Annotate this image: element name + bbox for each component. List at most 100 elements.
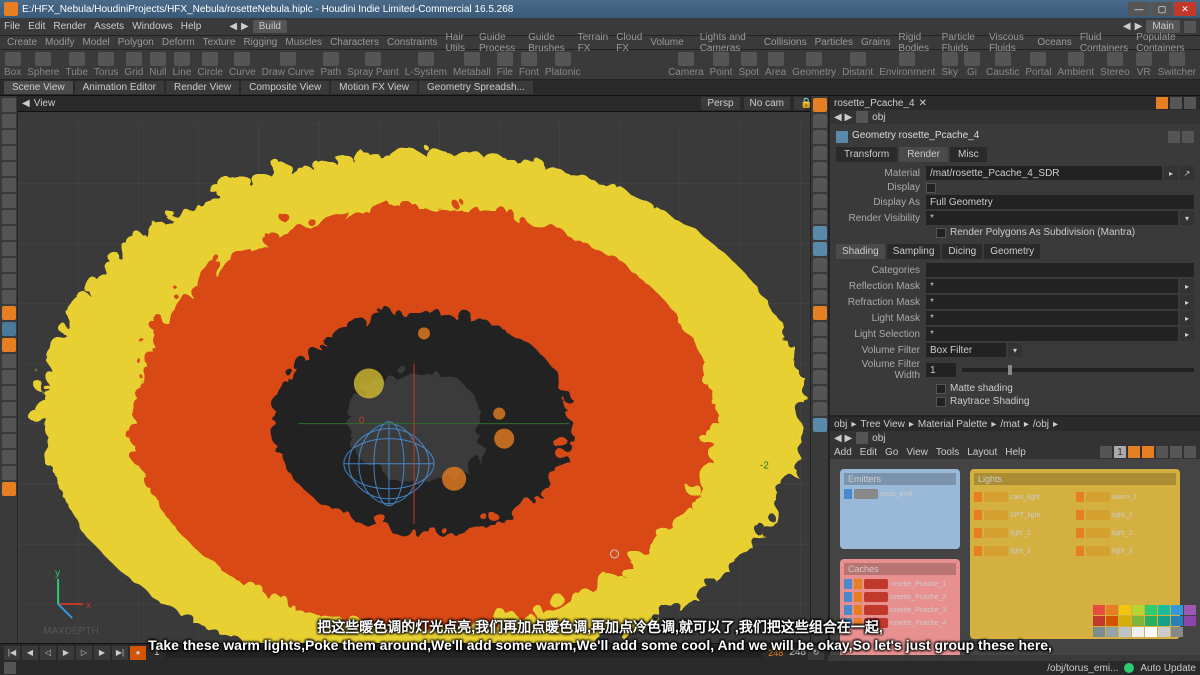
lightmask-field[interactable]: *: [926, 311, 1178, 325]
color-swatch[interactable]: [1145, 616, 1157, 626]
display-checkbox[interactable]: [926, 183, 936, 193]
pane-tab[interactable]: Scene View: [4, 81, 73, 94]
display-option-icon[interactable]: [813, 354, 827, 368]
node-cache[interactable]: rosette_Pcache_1: [844, 579, 956, 589]
network-path[interactable]: ◀ ▶ obj: [830, 431, 1200, 445]
display-option-icon[interactable]: [813, 370, 827, 384]
tool-spot-light[interactable]: Spot: [738, 52, 759, 78]
shelf-tab[interactable]: Volume: [647, 37, 686, 48]
tool-portal-light[interactable]: Portal: [1025, 52, 1051, 78]
play-first-icon[interactable]: |◀: [4, 646, 20, 660]
shelf-tab[interactable]: Populate Containers: [1133, 32, 1196, 54]
tool-distant-light[interactable]: Distant: [842, 52, 873, 78]
shelf-tab[interactable]: Model: [79, 37, 112, 48]
tool-null[interactable]: Null: [149, 52, 166, 78]
color-swatch[interactable]: [1132, 605, 1144, 615]
tool-metaball[interactable]: Metaball: [453, 52, 491, 78]
categories-field[interactable]: [926, 263, 1194, 277]
color-swatch[interactable]: [1145, 605, 1157, 615]
timeline-slider[interactable]: [166, 648, 763, 658]
matte-checkbox[interactable]: [936, 384, 946, 394]
shelf-tab[interactable]: Collisions: [761, 37, 810, 48]
dropdown-icon[interactable]: ▾: [1180, 211, 1194, 225]
netbox-caches[interactable]: Caches rosette_Pcache_1 rosette_Pcache_2…: [840, 559, 960, 655]
tool-ambient-light[interactable]: Ambient: [1057, 52, 1094, 78]
raytrace-checkbox[interactable]: [936, 397, 946, 407]
node-light[interactable]: cam_light: [974, 492, 1074, 502]
display-option-icon[interactable]: [813, 338, 827, 352]
tool-torus[interactable]: Torus: [94, 52, 118, 78]
menu-assets[interactable]: Assets: [94, 21, 124, 32]
menu-help[interactable]: Help: [181, 21, 202, 32]
node-light[interactable]: light_3: [974, 546, 1074, 556]
pane-tab[interactable]: Composite View: [241, 81, 329, 94]
pin-icon[interactable]: [1170, 97, 1182, 109]
node-cache[interactable]: rosette_Pcache_2: [844, 592, 956, 602]
shelf-tab[interactable]: Constraints: [384, 37, 441, 48]
play-stepfwd-icon[interactable]: ▷: [76, 646, 92, 660]
viewport-tool-icon[interactable]: [2, 402, 16, 416]
viewport-tool-icon[interactable]: [2, 306, 16, 320]
shelf-tab[interactable]: Guide Brushes: [525, 32, 572, 54]
viewport-tool-icon[interactable]: [2, 354, 16, 368]
params-breadcrumb[interactable]: ◀ ▶ obj: [830, 110, 1200, 124]
tool-path[interactable]: Path: [320, 52, 341, 78]
color-swatch[interactable]: [1171, 616, 1183, 626]
color-swatch[interactable]: [1145, 627, 1157, 637]
info-icon[interactable]: [1168, 131, 1180, 143]
tool-gi-light[interactable]: Gi: [964, 52, 980, 78]
viewport-tool-icon[interactable]: [2, 162, 16, 176]
tool-curve[interactable]: Curve: [229, 52, 256, 78]
node-cache[interactable]: rosette_Pcache_3: [844, 605, 956, 615]
menu-edit[interactable]: Edit: [28, 21, 45, 32]
color-swatch[interactable]: [1106, 627, 1118, 637]
lightsel-field[interactable]: *: [926, 327, 1178, 341]
update-mode[interactable]: Auto Update: [1140, 663, 1196, 674]
viewport-tool-icon[interactable]: [2, 130, 16, 144]
color-swatch[interactable]: [1132, 627, 1144, 637]
tool-circle[interactable]: Circle: [197, 52, 223, 78]
pane-tab[interactable]: Animation Editor: [75, 81, 164, 94]
shelf-tab[interactable]: Create: [4, 37, 40, 48]
display-option-icon[interactable]: [813, 162, 827, 176]
display-option-icon[interactable]: [813, 130, 827, 144]
menu-render[interactable]: Render: [53, 21, 86, 32]
shelf-tab[interactable]: Terrain FX: [575, 32, 612, 54]
color-swatch[interactable]: [1184, 627, 1196, 637]
node-light[interactable]: SPT_light: [974, 510, 1074, 520]
network-breadcrumb[interactable]: obj▸ Tree View▸ Material Palette▸ /mat▸ …: [830, 417, 1200, 431]
viewport-tool-icon[interactable]: [2, 114, 16, 128]
play-stepback-icon[interactable]: ◁: [40, 646, 56, 660]
shelf-tab[interactable]: Polygon: [115, 37, 157, 48]
play-next-icon[interactable]: ▶: [94, 646, 110, 660]
net-opt-icon[interactable]: [1156, 446, 1168, 458]
color-swatch[interactable]: [1106, 616, 1118, 626]
minimize-button[interactable]: —: [1128, 2, 1150, 16]
view-label[interactable]: View: [34, 98, 56, 109]
shelf-tab[interactable]: Texture: [200, 37, 239, 48]
camera-persp[interactable]: Persp: [701, 97, 739, 110]
gear-icon[interactable]: [1156, 97, 1168, 109]
node-light[interactable]: light_3: [1076, 546, 1176, 556]
tool-spray-paint[interactable]: Spray Paint: [347, 52, 399, 78]
color-swatch[interactable]: [1158, 605, 1170, 615]
viewport-canvas[interactable]: 0 -2 x y MAXDEPTH: [18, 112, 810, 655]
shelf-tab[interactable]: Fluid Containers: [1077, 32, 1131, 54]
shelf-tab[interactable]: Viscous Fluids: [986, 32, 1032, 54]
arrow-left-icon[interactable]: ◀: [229, 21, 237, 32]
tool-font[interactable]: Font: [519, 52, 539, 78]
viewport-tool-icon[interactable]: [2, 322, 16, 336]
shelf-tab[interactable]: Particle Fluids: [939, 32, 984, 54]
shelf-tab[interactable]: Rigid Bodies: [895, 32, 936, 54]
network-canvas[interactable]: Emitters torus_emit Lights cam_light war…: [830, 459, 1200, 655]
viewport-tool-icon[interactable]: [2, 290, 16, 304]
tool-caustic-light[interactable]: Caustic: [986, 52, 1019, 78]
viewport-tool-icon[interactable]: [2, 210, 16, 224]
close-button[interactable]: ✕: [1174, 2, 1196, 16]
viewport-tool-icon[interactable]: [2, 466, 16, 480]
help-icon[interactable]: [1182, 131, 1194, 143]
volfilter-field[interactable]: Box Filter: [926, 343, 1006, 357]
lock-icon[interactable]: 🔒: [794, 97, 806, 110]
tool-line[interactable]: Line: [173, 52, 192, 78]
color-swatch[interactable]: [1132, 616, 1144, 626]
